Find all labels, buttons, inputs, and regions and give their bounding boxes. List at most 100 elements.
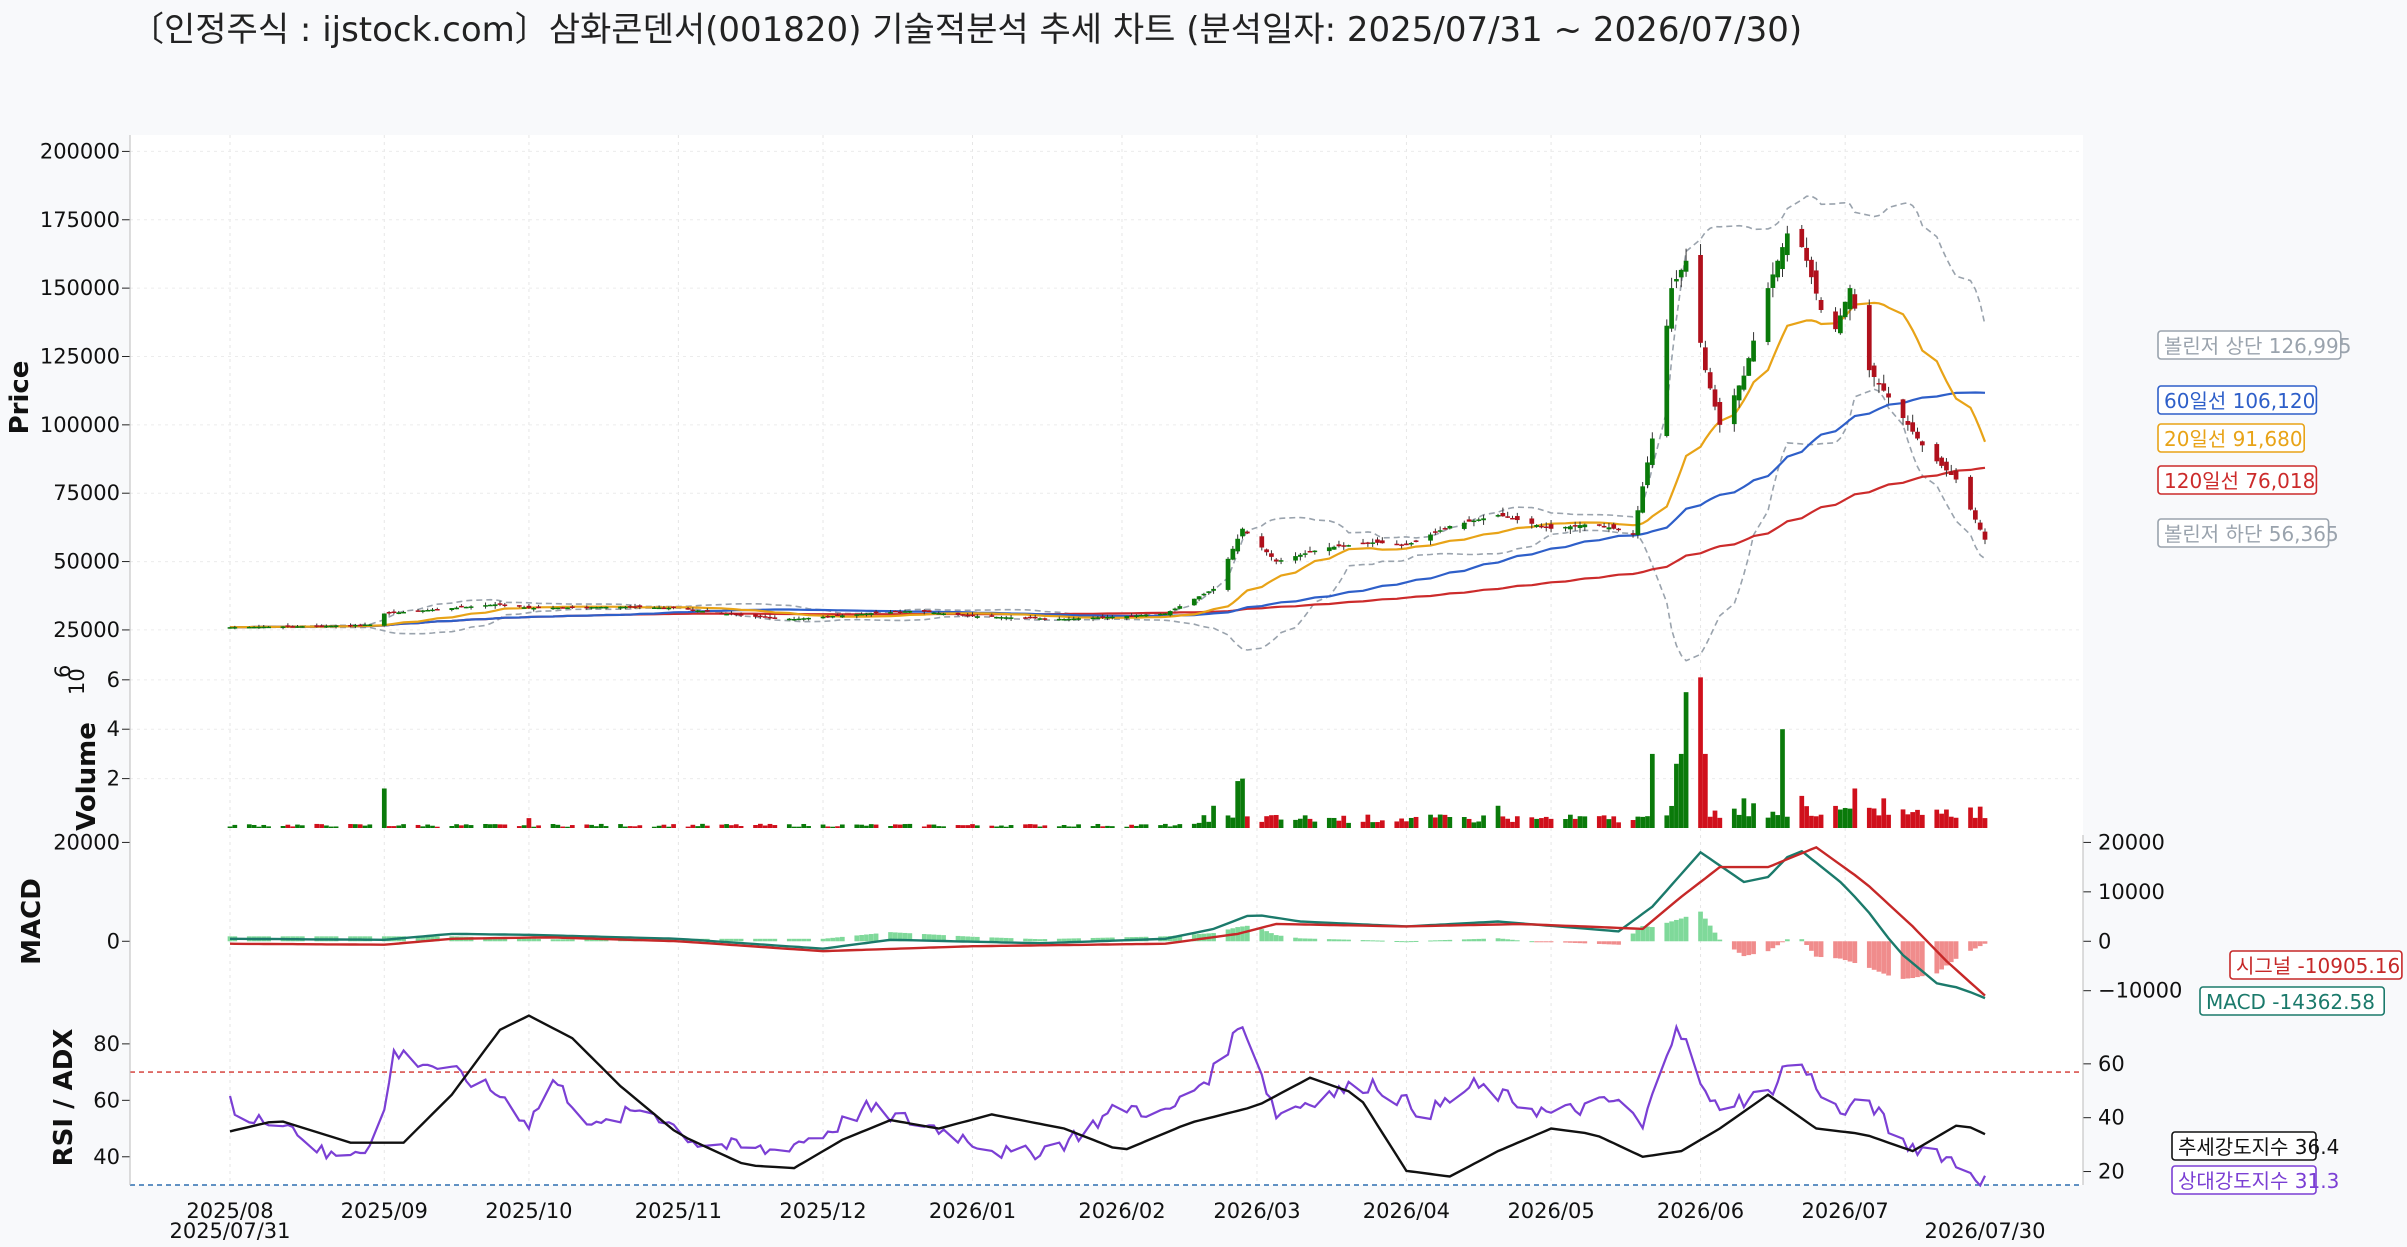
macd-legend-label: 시그널 -10905.16 bbox=[2236, 954, 2400, 978]
volume-bar bbox=[314, 823, 320, 828]
candle-body bbox=[1379, 540, 1385, 544]
candle-body bbox=[651, 607, 657, 609]
macd-left-tick-label: 20000 bbox=[53, 830, 120, 854]
macd-histogram-bar bbox=[825, 938, 831, 942]
candle-body bbox=[671, 606, 676, 609]
volume-bar bbox=[1818, 814, 1824, 828]
volume-bar bbox=[1712, 810, 1718, 828]
volume-bar bbox=[632, 826, 638, 828]
candle-body bbox=[1505, 516, 1511, 518]
candle-body bbox=[772, 617, 778, 619]
candle-body bbox=[603, 606, 609, 609]
candle-body bbox=[565, 607, 570, 609]
macd-histogram-bar bbox=[1616, 941, 1621, 945]
macd-histogram-bar bbox=[1244, 925, 1250, 942]
candle-body bbox=[1437, 530, 1443, 532]
volume-bar bbox=[955, 825, 961, 828]
candle-body bbox=[1534, 525, 1539, 527]
price-tick-label: 50000 bbox=[53, 550, 120, 574]
candle-body bbox=[1442, 528, 1448, 530]
macd-histogram-bar bbox=[1404, 941, 1409, 943]
volume-bar bbox=[531, 826, 537, 828]
macd-histogram-bar bbox=[864, 934, 869, 942]
volume-bar bbox=[381, 788, 387, 828]
candle-body bbox=[854, 614, 860, 616]
candle-body bbox=[1177, 606, 1183, 609]
volume-bar bbox=[454, 824, 459, 828]
candle-body bbox=[1606, 527, 1612, 530]
volume-bar bbox=[1683, 692, 1689, 828]
candle-body bbox=[1235, 538, 1241, 552]
candle-body bbox=[1514, 516, 1520, 521]
volume-bar bbox=[333, 826, 339, 828]
candle-body bbox=[1273, 559, 1279, 562]
candle-body bbox=[280, 626, 286, 628]
macd-histogram-bar bbox=[854, 935, 860, 942]
macd-histogram-bar bbox=[1606, 941, 1612, 945]
candle-body bbox=[825, 616, 831, 618]
candle-body bbox=[758, 615, 763, 618]
macd-histogram-bar bbox=[1259, 929, 1265, 942]
candle-body bbox=[1331, 546, 1337, 550]
macd-histogram-bar bbox=[1529, 941, 1535, 943]
x-tick-label: 2026/03 bbox=[1213, 1199, 1300, 1223]
candle-body bbox=[1500, 513, 1506, 517]
volume-bar bbox=[907, 823, 913, 828]
candle-body bbox=[299, 626, 305, 628]
volume-bar bbox=[989, 825, 995, 828]
volume-bar bbox=[1534, 818, 1539, 828]
volume-bar bbox=[521, 825, 527, 828]
volume-bar bbox=[656, 825, 662, 828]
candle-body bbox=[1678, 269, 1684, 278]
candle-body bbox=[835, 614, 840, 617]
volume-bar bbox=[738, 826, 744, 828]
x-tick-label: 2026/07 bbox=[1802, 1199, 1889, 1223]
candle-body bbox=[941, 613, 946, 616]
candle-body bbox=[569, 606, 575, 609]
candle-body bbox=[1842, 301, 1848, 318]
volume-bar bbox=[936, 826, 942, 828]
volume-bar bbox=[266, 826, 271, 828]
candle-body bbox=[1731, 395, 1737, 425]
candle-body bbox=[695, 610, 701, 612]
candle-body bbox=[1813, 270, 1819, 294]
candle-body bbox=[637, 605, 643, 608]
volume-bar bbox=[1076, 824, 1081, 828]
candle-body bbox=[1471, 520, 1477, 523]
candle-body bbox=[401, 611, 406, 614]
candle-body bbox=[796, 618, 802, 621]
macd-histogram-bar bbox=[729, 938, 734, 942]
volume-bar bbox=[1042, 825, 1048, 828]
macd-histogram-bar bbox=[1669, 921, 1674, 942]
candle-body bbox=[1568, 526, 1573, 530]
price-tick-label: 150000 bbox=[40, 276, 120, 300]
volume-bar bbox=[1910, 812, 1916, 828]
volume-bar bbox=[386, 826, 392, 828]
volume-bar bbox=[1495, 805, 1501, 828]
volume-bar bbox=[1293, 819, 1298, 828]
candle-body bbox=[1312, 550, 1318, 553]
macd-histogram-bar bbox=[1596, 941, 1602, 944]
candle-body bbox=[1640, 486, 1646, 513]
candle-body bbox=[1037, 618, 1043, 620]
volume-bar bbox=[772, 825, 778, 828]
candle-body bbox=[396, 612, 402, 615]
candle-body bbox=[1539, 525, 1544, 528]
volume-bar bbox=[1071, 826, 1077, 828]
macd-histogram-bar bbox=[806, 938, 811, 942]
volume-bar bbox=[1905, 814, 1911, 828]
candle-body bbox=[1563, 526, 1568, 529]
candle-body bbox=[1596, 524, 1602, 526]
volume-bar bbox=[1833, 805, 1838, 828]
volume-bar bbox=[1211, 805, 1216, 828]
adx-right-tick-label: 20 bbox=[2098, 1160, 2125, 1184]
volume-bar bbox=[1177, 824, 1183, 828]
candle-body bbox=[232, 627, 238, 629]
volume-bar bbox=[1129, 824, 1134, 828]
volume-bar bbox=[1100, 826, 1106, 828]
macd-histogram-bar bbox=[1471, 939, 1477, 942]
candle-body bbox=[1404, 543, 1409, 546]
candle-body bbox=[1982, 531, 1988, 540]
rsi-left-tick-label: 60 bbox=[93, 1088, 120, 1112]
volume-bar bbox=[786, 824, 792, 828]
